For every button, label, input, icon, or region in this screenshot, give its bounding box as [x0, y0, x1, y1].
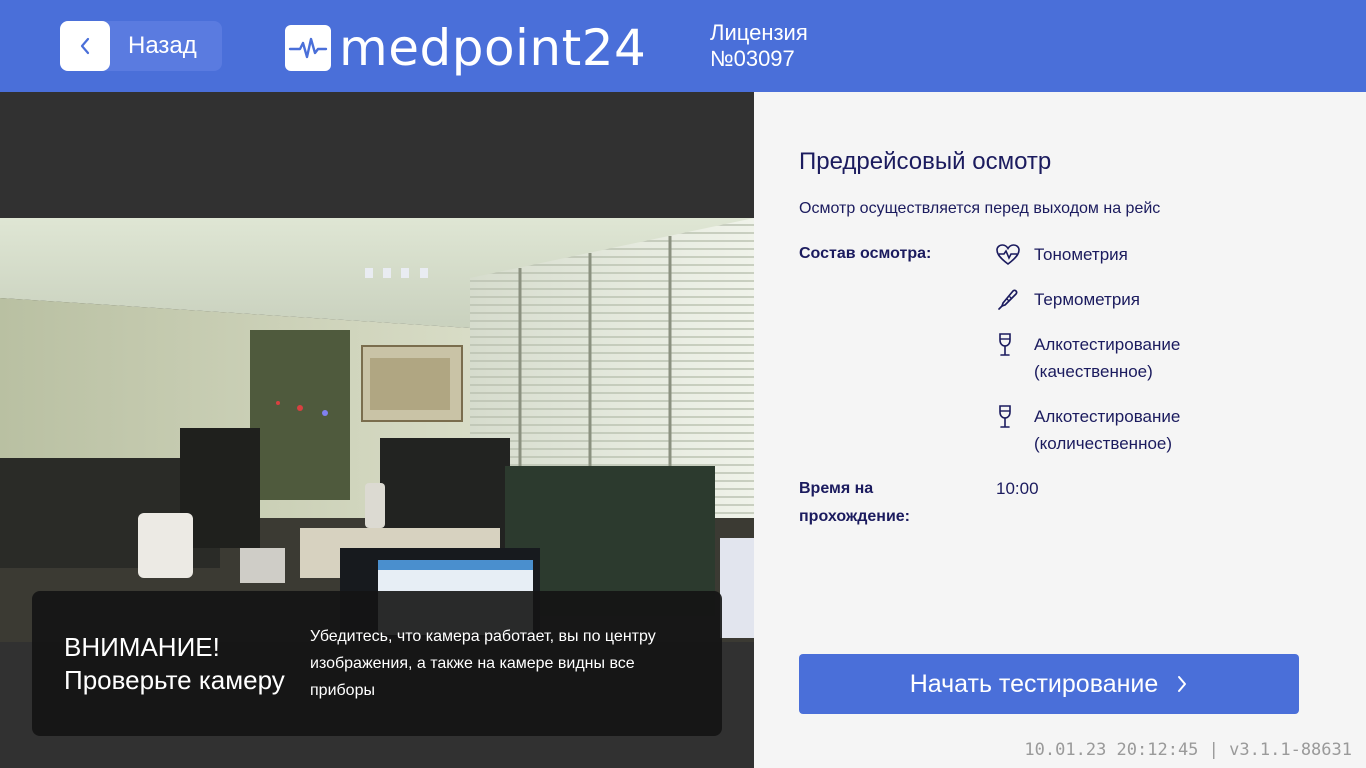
- thermometer-icon: [996, 286, 1024, 313]
- camera-feed: [0, 218, 754, 642]
- page-subtitle: Осмотр осуществляется перед выходом на р…: [799, 200, 1161, 217]
- start-testing-label: Начать тестирование: [909, 669, 1159, 698]
- footer-version: v3.1.1-88631: [1229, 740, 1352, 760]
- heart-pulse-icon: [996, 241, 1024, 268]
- warning-title-line1: ВНИМАНИЕ!: [64, 632, 220, 662]
- wine-glass-icon: [996, 331, 1024, 358]
- license-info: Лицензия №03097: [710, 20, 808, 72]
- start-testing-button[interactable]: Начать тестирование: [799, 654, 1299, 714]
- composition-item-label: Термометрия: [1034, 290, 1141, 309]
- chevron-right-icon: [1178, 676, 1187, 692]
- header-bar: Назад medpoint24 Лицензия №03097: [0, 0, 1366, 92]
- logo-text: medpoint24: [339, 19, 647, 77]
- composition-item-label: Алкотестирование: [1034, 335, 1181, 354]
- composition-item-alcotest-quantitative: Алкотестирование (количественное): [996, 403, 1180, 457]
- time-label-line1: Время на: [799, 480, 874, 497]
- camera-warning: ВНИМАНИЕ! Проверьте камеру Убедитесь, чт…: [32, 591, 722, 736]
- composition-item-alcotest-qualitative: Алкотестирование (качественное): [996, 331, 1180, 385]
- warning-title-line2: Проверьте камеру: [64, 665, 285, 695]
- composition-item-label: Тонометрия: [1034, 245, 1128, 264]
- back-button[interactable]: Назад: [60, 21, 222, 71]
- composition-item-thermometry: Термометрия: [996, 286, 1140, 313]
- warning-text: Убедитесь, что камера работает, вы по це…: [310, 628, 656, 699]
- composition-item-tonometry: Тонометрия: [996, 241, 1128, 268]
- license-label: Лицензия: [710, 20, 808, 45]
- time-value: 10:00: [996, 479, 1039, 498]
- back-button-label: Назад: [128, 32, 197, 59]
- chevron-left-icon: [80, 37, 90, 55]
- time-label-line2: прохождение:: [799, 508, 910, 525]
- pulse-logo-icon: [285, 25, 331, 71]
- composition-item-label-note: (количественное): [1034, 434, 1173, 453]
- license-number: №03097: [710, 46, 795, 71]
- logo: medpoint24: [285, 22, 646, 74]
- composition-item-label: Алкотестирование: [1034, 407, 1181, 426]
- inspection-info-panel: Предрейсовый осмотр Осмотр осуществляетс…: [754, 92, 1366, 768]
- back-icon-box[interactable]: [60, 21, 110, 71]
- time-label: Время на прохождение:: [799, 475, 910, 531]
- warning-title: ВНИМАНИЕ! Проверьте камеру: [64, 631, 285, 697]
- page-title: Предрейсовый осмотр: [799, 148, 1052, 175]
- wine-glass-icon: [996, 403, 1024, 430]
- footer-status: 10.01.23 20:12:45 | v3.1.1-88631: [1024, 740, 1352, 760]
- footer-separator: |: [1208, 740, 1219, 760]
- footer-datetime: 10.01.23 20:12:45: [1024, 740, 1199, 760]
- camera-panel: ВНИМАНИЕ! Проверьте камеру Убедитесь, чт…: [0, 92, 754, 768]
- composition-label: Состав осмотра:: [799, 245, 932, 262]
- composition-item-label-note: (качественное): [1034, 362, 1153, 381]
